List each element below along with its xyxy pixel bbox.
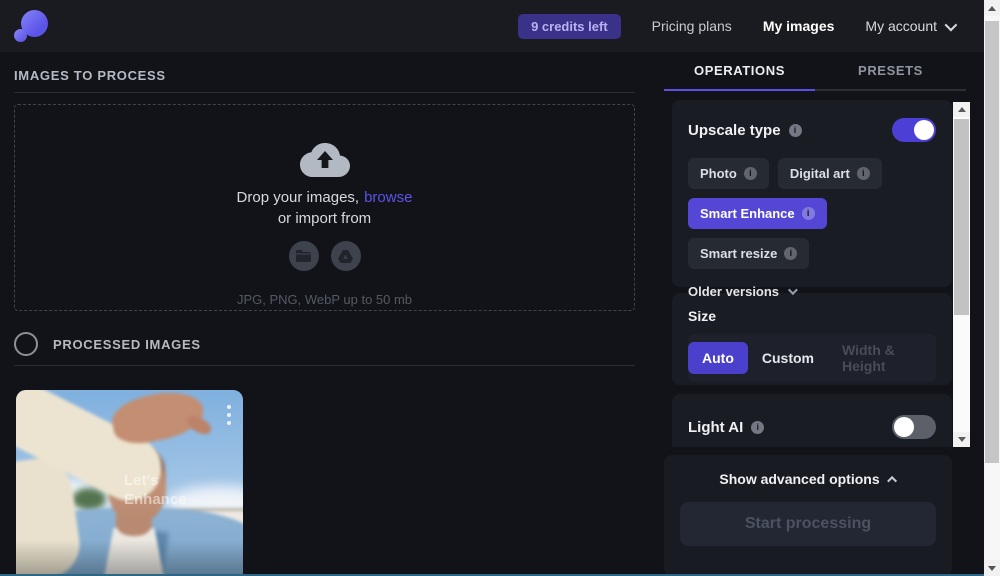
show-advanced-options-toggle[interactable]: Show advanced options — [680, 471, 936, 487]
app-window: 9 credits left Pricing plans My images M… — [0, 0, 1000, 576]
chip-smart-resize[interactable]: Smart resize — [688, 238, 809, 269]
upscale-type-toggle[interactable] — [892, 118, 936, 142]
info-icon[interactable] — [784, 247, 797, 260]
info-icon[interactable] — [789, 124, 802, 137]
dropzone[interactable]: Drop your images,browse or import from — [14, 104, 635, 311]
light-ai-card: Light AI — [672, 394, 952, 447]
older-versions-label: Older versions — [688, 284, 779, 299]
divider — [14, 365, 635, 366]
card-caption-overlay — [16, 540, 243, 576]
show-advanced-options-label: Show advanced options — [719, 471, 879, 487]
import-sources — [289, 241, 361, 271]
light-ai-title: Light AI — [688, 419, 743, 436]
chip-smart-enhance[interactable]: Smart Enhance — [688, 198, 827, 229]
upscale-type-chips: Photo Digital art Smart Enhance Smart re… — [688, 158, 938, 269]
google-drive-icon — [338, 250, 353, 263]
my-account-label: My account — [865, 18, 937, 34]
left-column: IMAGES TO PROCESS Drop your images,brows… — [14, 52, 635, 576]
panel-scrollbar[interactable] — [953, 102, 970, 447]
chevron-up-icon — [887, 475, 897, 485]
size-option-width-height[interactable]: Width & Height — [828, 334, 936, 382]
dropzone-text: Drop your images, — [237, 189, 360, 206]
browse-link[interactable]: browse — [364, 189, 412, 206]
upscale-type-title: Upscale type — [688, 122, 781, 139]
nav-my-account[interactable]: My account — [865, 18, 954, 34]
processed-images-title: PROCESSED IMAGES — [53, 337, 201, 352]
chip-digital-art[interactable]: Digital art — [778, 158, 882, 189]
scroll-up-arrow-icon[interactable] — [953, 102, 970, 117]
nav-my-images[interactable]: My images — [763, 18, 835, 34]
size-option-auto[interactable]: Auto — [688, 342, 748, 374]
chip-label: Photo — [700, 166, 737, 181]
info-icon[interactable] — [751, 421, 764, 434]
divider — [14, 92, 635, 93]
window-scrollbar[interactable] — [984, 0, 1000, 576]
card-menu-button[interactable] — [225, 403, 233, 427]
watermark: Let's Enhance — [124, 472, 187, 510]
panel-scrollbar-thumb[interactable] — [954, 119, 969, 315]
google-drive-import-button[interactable] — [331, 241, 361, 271]
scroll-up-arrow-icon[interactable] — [984, 0, 1000, 16]
credits-badge[interactable]: 9 credits left — [518, 14, 621, 39]
info-icon[interactable] — [744, 167, 757, 180]
scroll-down-arrow-icon[interactable] — [953, 432, 970, 447]
window-scrollbar-thumb[interactable] — [985, 21, 999, 463]
size-card: Size Auto Custom Width & Height — [672, 293, 952, 385]
size-segmented-control: Auto Custom Width & Height — [688, 334, 936, 382]
chevron-down-icon — [945, 18, 958, 31]
circle-status-icon — [14, 332, 38, 356]
chip-label: Smart resize — [700, 246, 777, 261]
processed-images-header: PROCESSED IMAGES — [14, 332, 635, 356]
top-bar: 9 credits left Pricing plans My images M… — [0, 0, 1000, 52]
dropzone-instruction: Drop your images,browse — [237, 189, 413, 206]
chip-photo[interactable]: Photo — [688, 158, 769, 189]
folder-icon — [296, 250, 311, 262]
import-from-text: or import from — [278, 210, 371, 227]
chip-label: Smart Enhance — [700, 206, 795, 221]
folder-import-button[interactable] — [289, 241, 319, 271]
nav-pricing-plans[interactable]: Pricing plans — [652, 18, 732, 34]
panel-tabs: OPERATIONS PRESETS — [664, 52, 966, 91]
info-icon[interactable] — [802, 207, 815, 220]
file-formats-hint: JPG, PNG, WebP up to 50 mb — [237, 292, 412, 307]
cloud-upload-icon — [300, 141, 350, 178]
size-title: Size — [688, 308, 936, 324]
info-icon[interactable] — [857, 167, 870, 180]
logo-blob-small-icon — [14, 29, 27, 42]
size-option-custom[interactable]: Custom — [748, 342, 828, 374]
tab-operations[interactable]: OPERATIONS — [664, 52, 815, 89]
chip-label: Digital art — [790, 166, 850, 181]
top-nav: 9 credits left Pricing plans My images M… — [518, 14, 954, 39]
upscale-type-card: Upscale type Photo Digital art Smart Enh… — [672, 100, 952, 287]
operations-scroll-area: Upscale type Photo Digital art Smart Enh… — [664, 100, 970, 447]
operations-panel: OPERATIONS PRESETS Upscale type Photo Di… — [664, 52, 984, 576]
images-to-process-title: IMAGES TO PROCESS — [14, 68, 635, 83]
start-processing-button[interactable]: Start processing — [680, 502, 936, 546]
app-logo[interactable] — [14, 7, 50, 45]
light-ai-toggle[interactable] — [892, 415, 936, 439]
advanced-options-card: Show advanced options Start processing — [664, 455, 952, 576]
scroll-down-arrow-icon[interactable] — [984, 560, 1000, 576]
tab-presets[interactable]: PRESETS — [815, 52, 966, 89]
processed-image-card[interactable]: Let's Enhance Before: 4000 × 5328 px — [16, 390, 243, 576]
